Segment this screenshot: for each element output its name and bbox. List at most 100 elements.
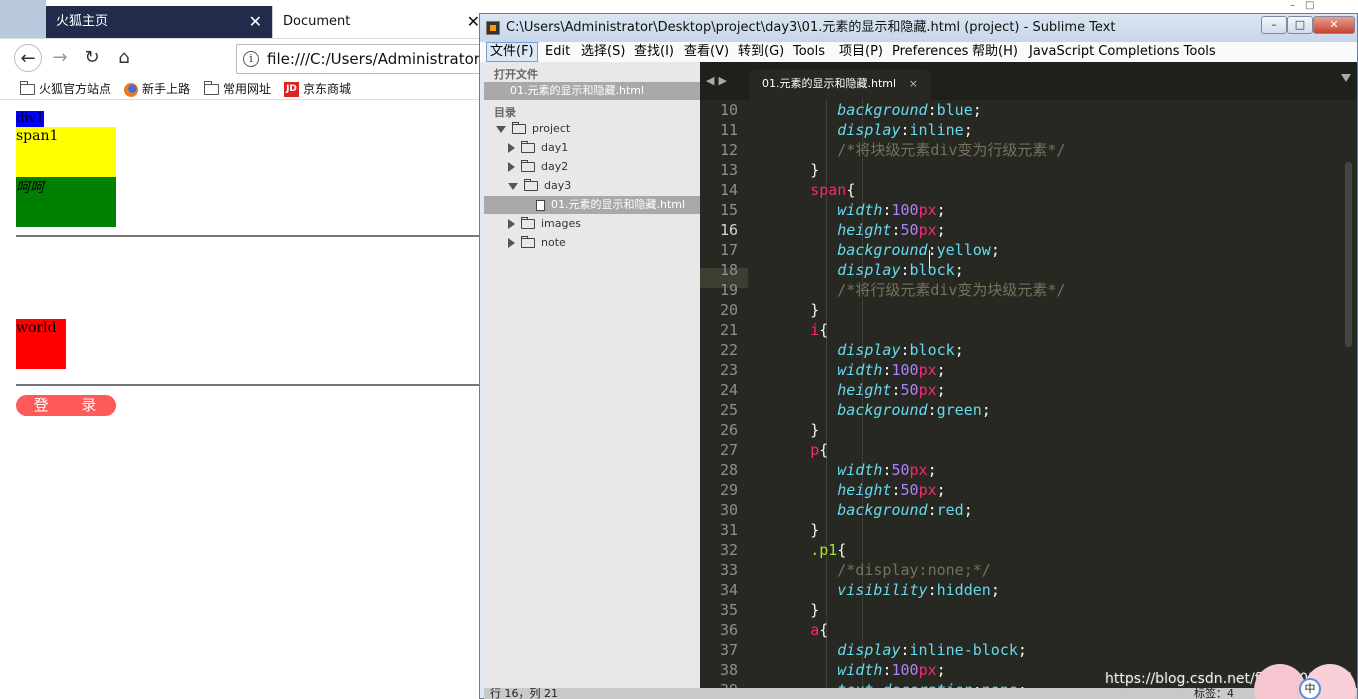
menu-file[interactable]: 文件(F) <box>486 42 538 62</box>
ime-widget[interactable]: 中 <box>1254 664 1358 699</box>
collapsed-arrow-icon[interactable] <box>508 143 515 153</box>
folder-icon <box>521 141 535 153</box>
ime-chinese-mode-icon[interactable]: 中 <box>1299 678 1321 699</box>
firefox-navbar: ← → ↻ ⌂ i file:///C:/Users/Administrator… <box>0 38 486 76</box>
menu-goto[interactable]: 转到(G) <box>735 42 787 62</box>
url-text[interactable]: file:///C:/Users/Administrator/De <box>267 45 485 73</box>
tab-document[interactable]: Document ✕ <box>272 6 480 38</box>
tree-label: day3 <box>544 179 572 192</box>
code-line: background:red; <box>837 501 973 519</box>
css-value: red <box>936 501 964 519</box>
css-comment: /*将块级元素div变为行级元素*/ <box>837 141 1066 159</box>
bookmark-label: 常用网址 <box>223 82 272 96</box>
menu-edit[interactable]: Edit <box>542 42 573 62</box>
css-property: background <box>837 241 928 259</box>
css-value: block <box>909 341 955 359</box>
reload-icon[interactable]: ↻ <box>78 44 106 72</box>
tree-folder-images[interactable]: images <box>484 215 700 233</box>
code-line: width:100px; <box>837 661 946 679</box>
line-number: 21 <box>719 321 738 339</box>
line-number: 18 <box>719 261 738 279</box>
login-button[interactable]: 登 录 <box>16 395 116 416</box>
folder-icon <box>20 81 35 95</box>
line-number: 31 <box>719 521 738 539</box>
bookmark-common-sites[interactable]: 常用网址 <box>204 80 271 98</box>
tab-nav-arrows-icon[interactable]: ◀▶ <box>706 74 731 87</box>
bookmark-label: 京东商城 <box>303 82 352 96</box>
tree-file-current[interactable]: 01.元素的显示和隐藏.html <box>484 196 700 214</box>
bookmark-label: 火狐官方站点 <box>39 82 112 96</box>
code-line: i{ <box>810 321 829 339</box>
code-line: display:block; <box>837 341 964 359</box>
editor-pane[interactable]: ◀▶ 01.元素的显示和隐藏.html × 10 11 12 13 14 15 … <box>700 62 1357 688</box>
tab-dropdown-icon[interactable] <box>1341 74 1351 82</box>
css-property: width <box>837 661 883 679</box>
css-property: text-decoration <box>837 681 972 688</box>
menu-js-completions[interactable]: JavaScript Completions Tools <box>1026 42 1219 62</box>
expanded-arrow-icon[interactable] <box>496 125 506 133</box>
tree-folder-day1[interactable]: day1 <box>484 139 700 157</box>
close-icon[interactable]: ✕ <box>467 6 480 38</box>
tab-label: 火狐主页 <box>56 14 109 29</box>
tree-folder-day3[interactable]: day3 <box>484 177 700 195</box>
css-property: width <box>837 361 883 379</box>
code-line: p{ <box>810 441 829 459</box>
css-value: yellow <box>936 241 991 259</box>
menu-view[interactable]: 查看(V) <box>681 42 732 62</box>
menu-help[interactable]: 帮助(H) <box>969 42 1021 62</box>
code-line: width:100px; <box>837 201 946 219</box>
tree-folder-day2[interactable]: day2 <box>484 158 700 176</box>
forward-icon[interactable]: → <box>46 44 74 72</box>
code-line: height:50px; <box>837 381 946 399</box>
collapsed-arrow-icon[interactable] <box>508 219 515 229</box>
code-line: width:100px; <box>837 361 946 379</box>
line-number: 23 <box>719 361 738 379</box>
bookmark-jd[interactable]: JD 京东商城 <box>284 80 351 98</box>
url-bar[interactable]: i file:///C:/Users/Administrator/De <box>236 44 486 74</box>
menu-preferences[interactable]: Preferences <box>889 42 971 62</box>
folders-header: 目录 <box>494 106 516 119</box>
tab-firefox-home[interactable]: 火狐主页 ✕ <box>46 6 272 38</box>
line-number: 26 <box>719 421 738 439</box>
collapsed-arrow-icon[interactable] <box>508 238 515 248</box>
css-property: height <box>837 381 892 399</box>
tree-folder-project[interactable]: project <box>484 120 700 138</box>
code-line: background:blue; <box>837 101 982 119</box>
line-number: 32 <box>719 541 738 559</box>
minimize-button[interactable]: – <box>1261 16 1287 34</box>
line-number: 33 <box>719 561 738 579</box>
code-line: text-decoration:none; <box>756 680 1027 688</box>
css-value: hidden <box>936 581 991 599</box>
expanded-arrow-icon[interactable] <box>508 182 518 190</box>
jd-icon: JD <box>284 82 299 97</box>
close-icon[interactable]: × <box>909 70 918 98</box>
code-line: display:inline-block; <box>837 641 1027 659</box>
info-icon[interactable]: i <box>243 51 259 67</box>
code-area[interactable]: background:blue; display:inline; /*将块级元素… <box>756 100 1346 688</box>
menu-tools[interactable]: Tools <box>790 42 828 62</box>
sublime-window: C:\Users\Administrator\Desktop\project\d… <box>479 13 1358 699</box>
menu-project[interactable]: 项目(P) <box>836 42 886 62</box>
bookmark-firefox-official[interactable]: 火狐官方站点 <box>20 80 111 98</box>
bookmark-getting-started[interactable]: 新手上路 <box>124 80 190 98</box>
close-icon[interactable]: ✕ <box>249 6 262 38</box>
css-property: display <box>837 641 901 659</box>
menu-selection[interactable]: 选择(S) <box>578 42 628 62</box>
line-number: 14 <box>719 181 738 199</box>
line-number: 22 <box>719 341 738 359</box>
vertical-scrollbar[interactable] <box>1345 162 1352 347</box>
bookmarks-toolbar: 火狐官方站点 新手上路 常用网址 JD 京东商城 <box>0 77 480 100</box>
collapsed-arrow-icon[interactable] <box>508 162 515 172</box>
home-icon[interactable]: ⌂ <box>110 44 138 72</box>
close-button[interactable]: ✕ <box>1313 16 1355 34</box>
open-file-item[interactable]: 01.元素的显示和隐藏.html <box>484 82 700 100</box>
back-icon[interactable]: ← <box>14 44 42 72</box>
line-number: 10 <box>719 101 738 119</box>
editor-tab[interactable]: 01.元素的显示和隐藏.html × <box>750 70 930 100</box>
status-tab-size[interactable]: 标签：4 <box>1194 688 1234 699</box>
menu-find[interactable]: 查找(I) <box>631 42 677 62</box>
tree-folder-note[interactable]: note <box>484 234 700 252</box>
sublime-app-icon <box>486 21 500 35</box>
maximize-button[interactable]: □ <box>1287 16 1313 34</box>
desktop: 火狐主页 ✕ Document ✕ ← → ↻ ⌂ i file:///C:/U… <box>0 0 1358 699</box>
